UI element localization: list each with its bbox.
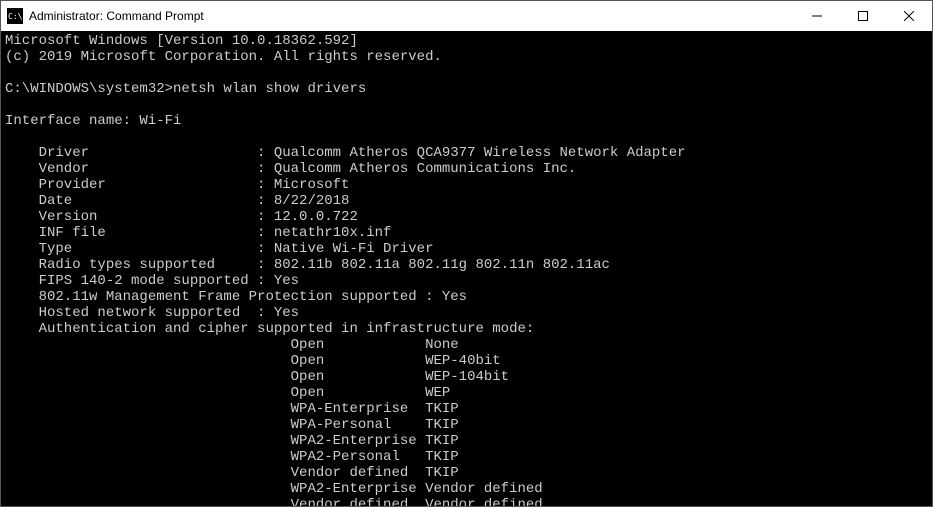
terminal-line: Microsoft Windows [Version 10.0.18362.59… (5, 33, 928, 49)
terminal-line: WPA-Enterprise TKIP (5, 401, 928, 417)
terminal-line: 802.11w Management Frame Protection supp… (5, 289, 928, 305)
maximize-button[interactable] (840, 1, 886, 31)
terminal-line: (c) 2019 Microsoft Corporation. All righ… (5, 49, 928, 65)
terminal-line: Open WEP-104bit (5, 369, 928, 385)
terminal-line: WPA2-Enterprise TKIP (5, 433, 928, 449)
terminal-line: Provider : Microsoft (5, 177, 928, 193)
terminal-output[interactable]: Microsoft Windows [Version 10.0.18362.59… (1, 31, 932, 506)
terminal-line: Vendor defined Vendor defined (5, 497, 928, 506)
titlebar[interactable]: C:\ Administrator: Command Prompt (1, 1, 932, 31)
terminal-line: Version : 12.0.0.722 (5, 209, 928, 225)
terminal-line: Radio types supported : 802.11b 802.11a … (5, 257, 928, 273)
window-title: Administrator: Command Prompt (29, 9, 204, 23)
terminal-line: Hosted network supported : Yes (5, 305, 928, 321)
terminal-line: Authentication and cipher supported in i… (5, 321, 928, 337)
cmd-icon: C:\ (7, 8, 23, 24)
terminal-line (5, 65, 928, 81)
terminal-line: Type : Native Wi-Fi Driver (5, 241, 928, 257)
terminal-line: Date : 8/22/2018 (5, 193, 928, 209)
svg-text:C:\: C:\ (8, 12, 23, 21)
terminal-line: WPA2-Personal TKIP (5, 449, 928, 465)
terminal-line: C:\WINDOWS\system32>netsh wlan show driv… (5, 81, 928, 97)
terminal-line: Interface name: Wi-Fi (5, 113, 928, 129)
terminal-line (5, 97, 928, 113)
terminal-line: FIPS 140-2 mode supported : Yes (5, 273, 928, 289)
close-button[interactable] (886, 1, 932, 31)
terminal-line: Vendor : Qualcomm Atheros Communications… (5, 161, 928, 177)
terminal-line: Driver : Qualcomm Atheros QCA9377 Wirele… (5, 145, 928, 161)
terminal-line: Open WEP-40bit (5, 353, 928, 369)
terminal-line: WPA-Personal TKIP (5, 417, 928, 433)
terminal-line: Open WEP (5, 385, 928, 401)
terminal-line: Open None (5, 337, 928, 353)
minimize-button[interactable] (794, 1, 840, 31)
terminal-line: Vendor defined TKIP (5, 465, 928, 481)
terminal-line: INF file : netathr10x.inf (5, 225, 928, 241)
terminal-line (5, 129, 928, 145)
command-prompt-window: C:\ Administrator: Command Prompt Micros… (0, 0, 933, 507)
terminal-line: WPA2-Enterprise Vendor defined (5, 481, 928, 497)
